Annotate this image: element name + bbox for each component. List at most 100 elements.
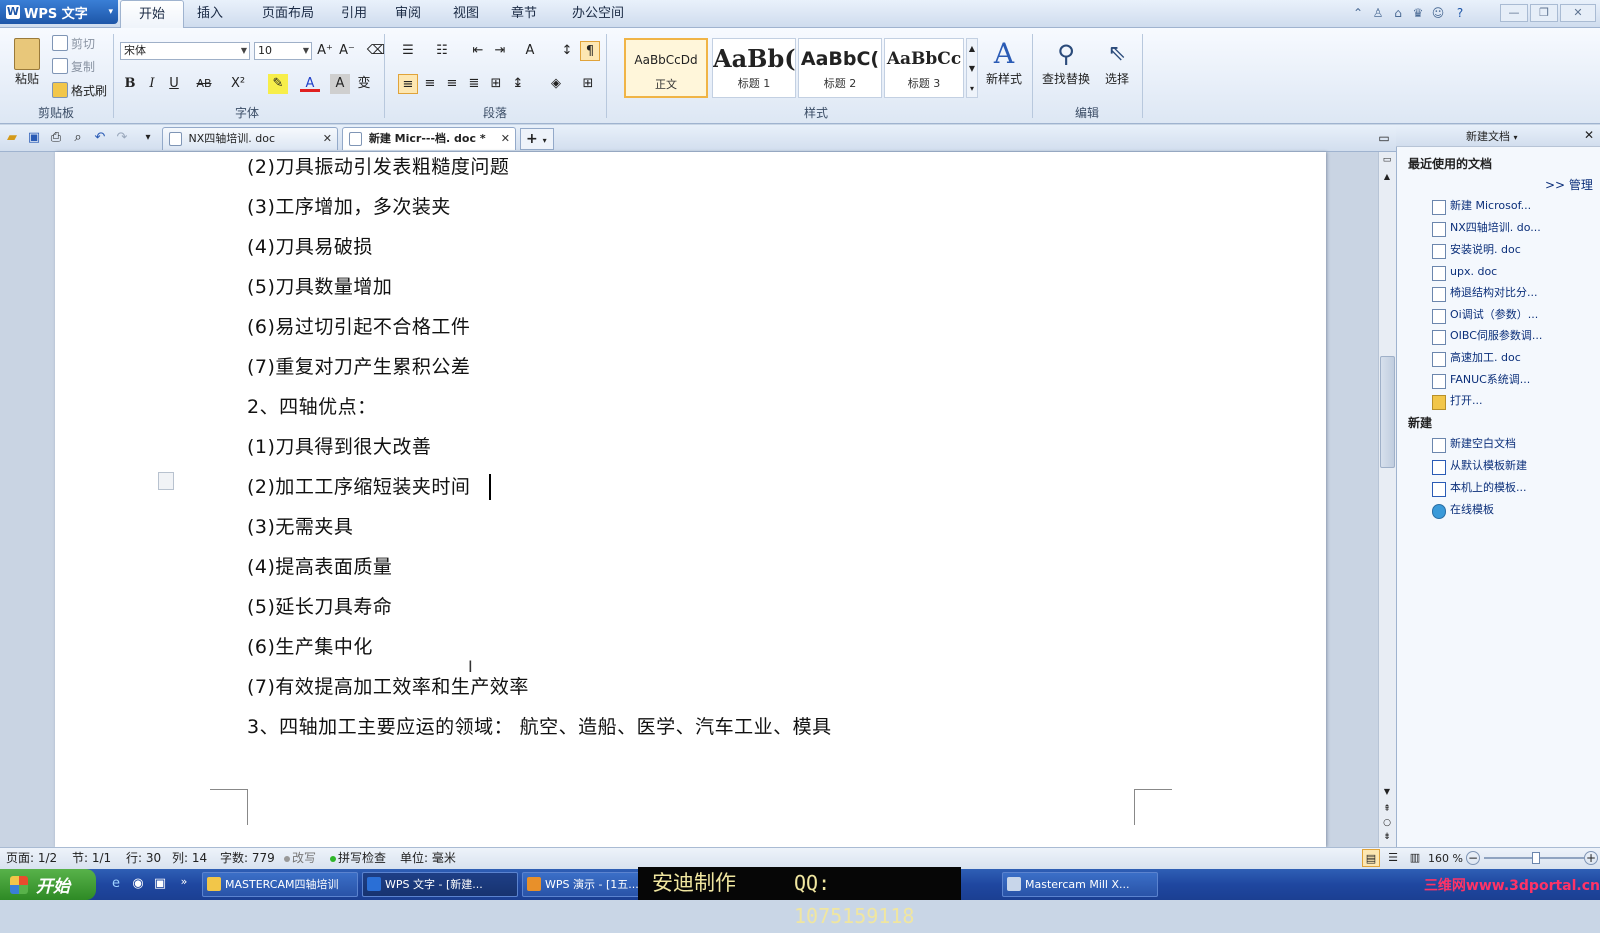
paste-button[interactable]: 粘贴	[10, 38, 44, 96]
taskbar-item-wps-writer[interactable]: WPS 文字 - [新建...	[362, 872, 518, 897]
restore-button[interactable]: ❐	[1530, 4, 1558, 22]
bullet-list-button[interactable]: ☰	[398, 41, 418, 61]
tab-office-space[interactable]: 办公空间	[562, 0, 634, 28]
collapse-ribbon-icon[interactable]: ⌃	[1350, 5, 1366, 21]
status-unit[interactable]: 单位: 毫米	[400, 850, 456, 866]
sort-button[interactable]: ↕	[557, 41, 577, 61]
close-icon[interactable]: ✕	[323, 128, 332, 150]
customize-quick-access-icon[interactable]: ▾	[138, 128, 158, 148]
text-direction-button[interactable]: A	[520, 41, 540, 61]
show-marks-button[interactable]: ¶	[580, 41, 600, 61]
print-icon[interactable]: ⎙	[46, 128, 66, 148]
close-icon[interactable]: ✕	[1584, 128, 1594, 142]
cut-button[interactable]: 剪切	[52, 34, 95, 52]
manage-link[interactable]: >> 管理	[1545, 176, 1593, 193]
justify-button[interactable]: ≣	[464, 74, 484, 94]
doc-line[interactable]: (1)刀具得到很大改善	[247, 434, 431, 460]
bold-button[interactable]: B	[120, 74, 140, 94]
doc-line[interactable]: (3)无需夹具	[247, 514, 353, 540]
quicklaunch-icon[interactable]: ▣	[150, 874, 170, 894]
close-window-button[interactable]: ✕	[1560, 4, 1596, 22]
new-blank-doc-link[interactable]: 新建空白文档	[1432, 434, 1516, 454]
doc-line[interactable]: (2)刀具振动引发表粗糙度问题	[247, 154, 509, 180]
borders-button[interactable]: ⊞	[578, 74, 598, 94]
font-color-button[interactable]: A	[300, 74, 320, 92]
doc-line[interactable]: (3)工序增加，多次装夹	[247, 194, 451, 220]
doc-line[interactable]: (4)刀具易破损	[247, 234, 373, 260]
grow-font-button[interactable]: A⁺	[315, 41, 335, 61]
recent-doc-item[interactable]: 椅退结构对比分...	[1432, 283, 1538, 303]
tab-page-layout[interactable]: 页面布局	[248, 0, 328, 28]
tab-references[interactable]: 引用	[332, 0, 376, 28]
new-tab-button[interactable]: + ▾	[520, 128, 554, 150]
style-normal[interactable]: AaBbCcDd 正文	[624, 38, 708, 98]
line-spacing-button[interactable]: ↨	[508, 74, 528, 94]
font-name-combo[interactable]: 宋体 ▼	[120, 42, 250, 60]
align-right-button[interactable]: ≡	[442, 74, 462, 94]
redo-icon[interactable]: ↷	[112, 128, 132, 148]
increase-indent-button[interactable]: ⇥	[490, 41, 510, 61]
open-file-link[interactable]: 打开...	[1432, 391, 1483, 411]
local-templates-link[interactable]: 本机上的模板...	[1432, 478, 1527, 498]
status-page[interactable]: 页面: 1/2	[6, 850, 57, 866]
zoom-slider-thumb[interactable]	[1532, 852, 1540, 864]
online-templates-link[interactable]: 在线模板	[1432, 500, 1494, 520]
strikethrough-button[interactable]: AB	[194, 74, 214, 94]
align-left-button[interactable]: ≡	[398, 74, 418, 94]
user-icon[interactable]: ☺	[1430, 5, 1446, 21]
doc-line[interactable]: (7)重复对刀产生累积公差	[247, 354, 470, 380]
doc-line[interactable]: (2)加工工序缩短装夹时间	[247, 474, 470, 500]
doc-line[interactable]: (5)刀具数量增加	[247, 274, 392, 300]
doc-line[interactable]: (4)提高表面质量	[247, 554, 392, 580]
scroll-thumb[interactable]	[1380, 356, 1395, 468]
app-menu-button[interactable]: W WPS 文字 ▾	[0, 0, 118, 24]
ruler-toggle-icon[interactable]: ▭	[1381, 155, 1393, 167]
shirt-icon[interactable]: ♙	[1370, 5, 1386, 21]
new-from-default-template-link[interactable]: 从默认模板新建	[1432, 456, 1527, 476]
copy-button[interactable]: 复制	[52, 57, 95, 75]
recent-doc-item[interactable]: Oi调试（参数）...	[1432, 305, 1538, 325]
tab-review[interactable]: 审阅	[386, 0, 430, 28]
print-preview-icon[interactable]: ⌕	[68, 128, 88, 148]
underline-button[interactable]: U	[164, 74, 184, 94]
zoom-out-button[interactable]: −	[1466, 851, 1480, 865]
outline-view-icon[interactable]: ☰	[1384, 849, 1402, 867]
recent-doc-item[interactable]: NX四轴培训. do...	[1432, 218, 1541, 238]
recent-doc-item[interactable]: 安装说明. doc	[1432, 240, 1521, 260]
status-word-count[interactable]: 字数: 779	[220, 850, 275, 866]
taskbar-item-mastercam[interactable]: Mastercam Mill X...	[1002, 872, 1158, 897]
taskbar-item-folder[interactable]: MASTERCAM四轴培训	[202, 872, 358, 897]
tab-list-icon[interactable]: ▭	[1374, 128, 1394, 148]
tab-home[interactable]: 开始	[120, 0, 184, 29]
crown-icon[interactable]: ♛	[1410, 5, 1426, 21]
numbered-list-button[interactable]: ☷	[432, 41, 452, 61]
page-view-icon[interactable]: ▤	[1362, 849, 1380, 867]
doc-tab-nx[interactable]: NX四轴培训. doc ✕	[162, 127, 338, 150]
highlight-icon[interactable]: ✎	[268, 74, 288, 94]
font-size-combo[interactable]: 10 ▼	[254, 42, 312, 60]
recent-doc-item[interactable]: OIBC伺服参数调...	[1432, 326, 1542, 346]
select-button[interactable]: ⇖ 选择	[1100, 38, 1134, 98]
char-shading-button[interactable]: A	[330, 74, 350, 94]
page-nav-icon[interactable]: ⇞ ○ ⇟	[1381, 802, 1393, 846]
close-icon[interactable]: ✕	[501, 128, 510, 150]
doc-line[interactable]: (6)生产集中化	[247, 634, 373, 660]
italic-button[interactable]: I	[142, 74, 162, 94]
new-style-button[interactable]: A 新样式	[982, 38, 1026, 98]
more-icon[interactable]: »	[174, 872, 194, 892]
doc-line[interactable]: 3、四轴加工主要应运的领域： 航空、造船、医学、汽车工业、模具	[247, 714, 832, 740]
shading-button[interactable]: ◈	[546, 74, 566, 94]
recent-doc-item[interactable]: upx. doc	[1432, 262, 1497, 282]
doc-line[interactable]: 2、四轴优点：	[247, 394, 377, 420]
minimize-button[interactable]: —	[1500, 4, 1528, 22]
open-icon[interactable]: ▰	[2, 128, 22, 148]
tab-chapter[interactable]: 章节	[502, 0, 546, 28]
style-heading-2[interactable]: AaBbC( 标题 2	[798, 38, 882, 98]
doc-line[interactable]: (5)延长刀具寿命	[247, 594, 392, 620]
align-center-button[interactable]: ≡	[420, 74, 440, 94]
style-heading-1[interactable]: AaBb( 标题 1	[712, 38, 796, 98]
superscript-button[interactable]: X²	[228, 74, 248, 94]
task-pane-title[interactable]: 新建文档 ▾	[1466, 128, 1518, 144]
start-button[interactable]: 开始	[0, 869, 96, 900]
quicklaunch-icon[interactable]: ◉	[128, 874, 148, 894]
